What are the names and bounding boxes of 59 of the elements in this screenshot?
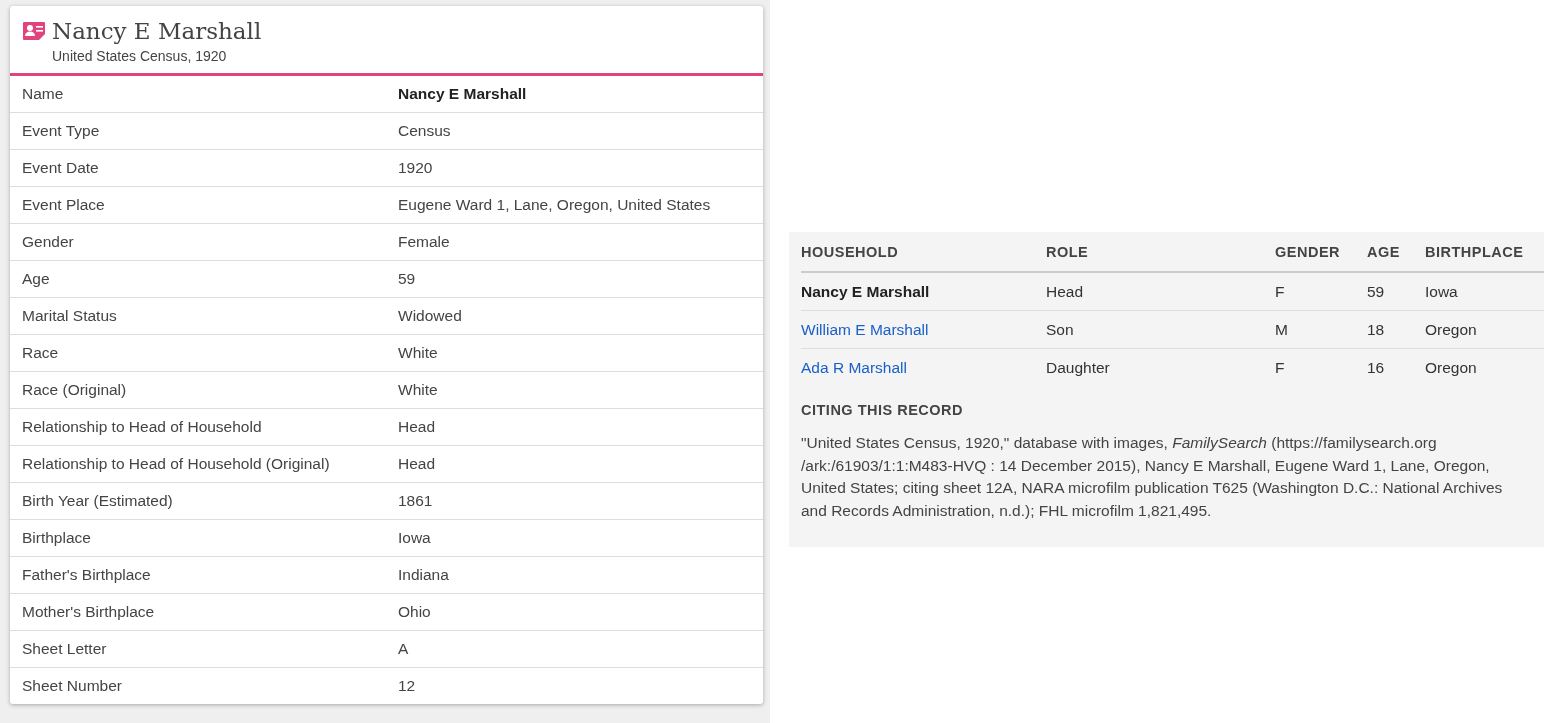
field-label: Race (Original): [21, 381, 128, 399]
field-label: Race: [21, 344, 60, 362]
field-label: Mother's Birthplace: [21, 603, 156, 621]
field-label: Relationship to Head of Household (Original): [21, 455, 331, 473]
field-value: 12: [398, 677, 416, 695]
table-cell-text: Head: [1046, 282, 1085, 301]
record-title: Nancy E Marshall: [52, 18, 262, 44]
column-header: GENDER: [1275, 243, 1342, 260]
field-value: A: [398, 640, 409, 658]
field-label: Name: [21, 85, 65, 103]
table-cell-text: F: [1275, 358, 1286, 377]
column-header: AGE: [1367, 243, 1401, 260]
citation-text: "United States Census, 1920," database with images, FamilySearch (https://familysearch.org /ark:/61903/1:1:M483-HVQ : 14 December 2015), Nancy E Marshall, Eugene Ward 1, Lane, Oregon, United States; citing sheet 12A, NARA microfilm publication T625 (Washington D.C.: National Archives and Records Administration, n.d.); FHL microfilm 1,821,495.: [801, 433, 1504, 521]
table-cell-text: 18: [1367, 320, 1386, 339]
table-cell-text: F: [1275, 282, 1286, 301]
table-cell-text: Iowa: [1425, 282, 1459, 301]
field-label: Sheet Number: [21, 677, 123, 695]
collection-name: United States Census, 1920: [52, 48, 228, 64]
field-value: Head: [398, 418, 436, 436]
field-label: Event Type: [21, 122, 101, 140]
field-value: Indiana: [398, 566, 449, 584]
field-value: 59: [398, 270, 416, 288]
field-value: 1861: [398, 492, 433, 510]
table-cell-text: M: [1275, 320, 1289, 339]
field-label: Birthplace: [21, 529, 92, 547]
table-cell-text: Oregon: [1425, 358, 1478, 377]
table-cell-text: 59: [1367, 282, 1386, 301]
field-value: Female: [398, 233, 450, 251]
field-value: White: [398, 344, 438, 362]
field-label: Event Place: [21, 196, 106, 214]
table-cell-text: Daughter: [1046, 358, 1111, 377]
field-label: Relationship to Head of Household: [21, 418, 263, 436]
field-label: Marital Status: [21, 307, 118, 325]
field-label: Sheet Letter: [21, 640, 108, 658]
person-link[interactable]: Ada R Marshall: [801, 358, 1046, 377]
person-name: Nancy E Marshall: [801, 282, 931, 301]
field-value: Census: [398, 122, 451, 140]
field-value: White: [398, 381, 438, 399]
field-value: Nancy E Marshall: [398, 85, 527, 103]
field-value: Head: [398, 455, 436, 473]
column-header: BIRTHPLACE: [1425, 243, 1525, 260]
field-label: Father's Birthplace: [21, 566, 152, 584]
field-label: Age: [21, 270, 51, 288]
field-label: Gender: [21, 233, 75, 251]
section-heading: CITING THIS RECORD: [801, 402, 965, 418]
field-label: Event Date: [21, 159, 100, 177]
column-header: HOUSEHOLD: [801, 243, 900, 260]
field-value: Ohio: [398, 603, 431, 621]
table-cell-text: Son: [1046, 320, 1075, 339]
field-value: Eugene Ward 1, Lane, Oregon, United States: [398, 196, 711, 214]
field-value: 1920: [398, 159, 433, 177]
field-value: Iowa: [398, 529, 431, 547]
field-value: Widowed: [398, 307, 462, 325]
person-card-icon: [22, 21, 46, 41]
person-link[interactable]: William E Marshall: [801, 320, 1046, 339]
table-cell-text: 16: [1367, 358, 1386, 377]
table-cell-text: Oregon: [1425, 320, 1478, 339]
field-label: Birth Year (Estimated): [21, 492, 174, 510]
column-header: ROLE: [1046, 243, 1090, 260]
